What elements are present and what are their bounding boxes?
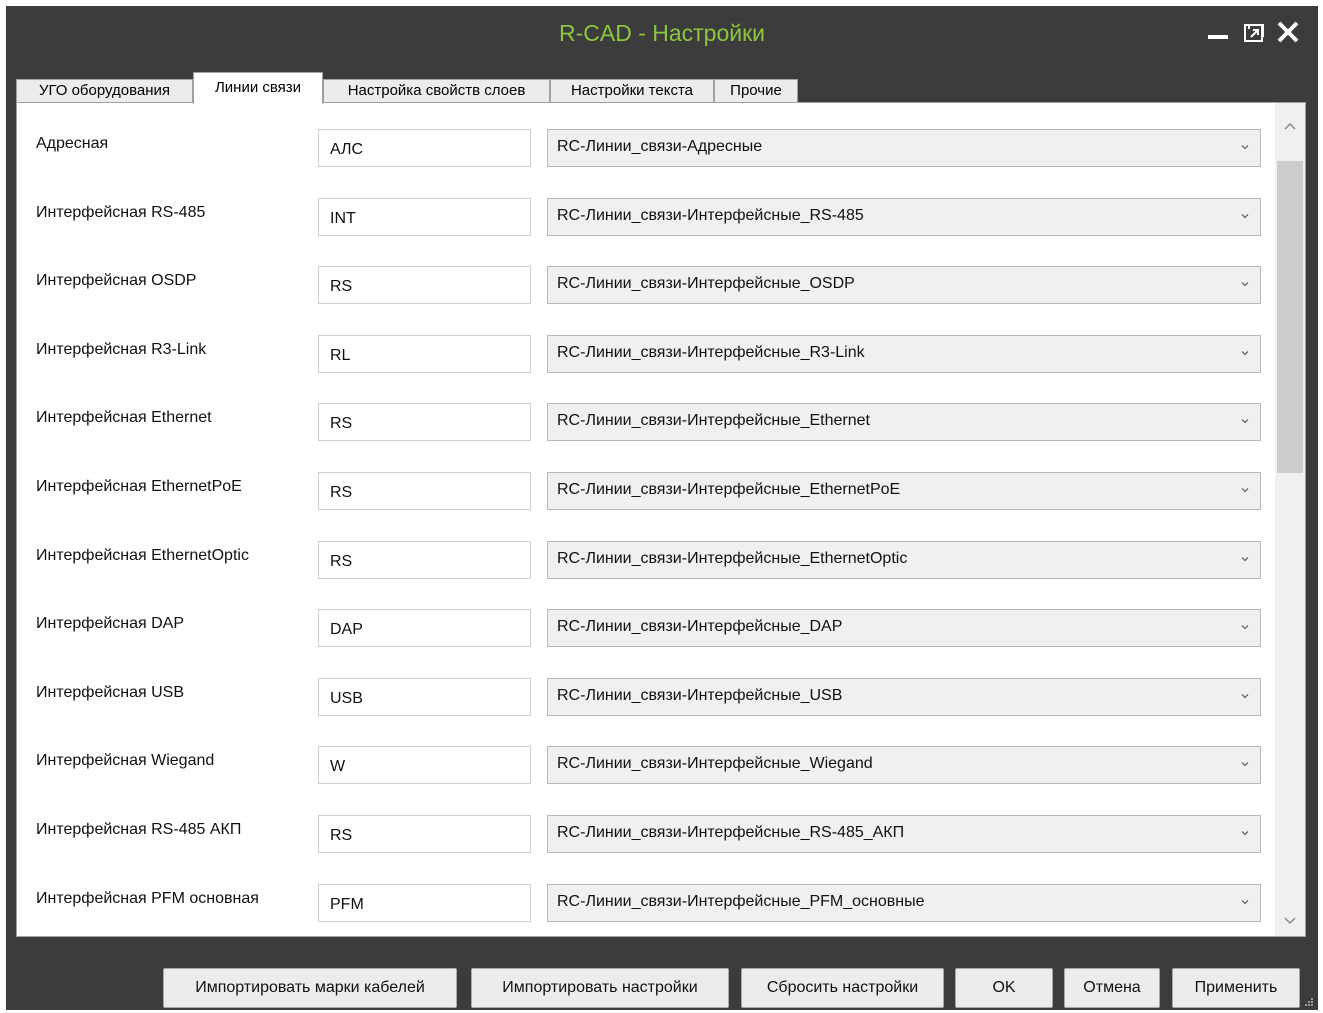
layer-select-value: RC-Линии_связи-Интерфейсные_PFM_основные — [557, 893, 925, 910]
tab-equipment-symbols[interactable]: УГО оборудования — [16, 79, 193, 103]
line-type-row: Интерфейсная R3-Link RL RC-Линии_связи-Инт… — [17, 335, 1277, 375]
window-title: R-CAD - Настройки — [558, 20, 766, 46]
scroll-down-arrow-icon[interactable] — [1283, 916, 1297, 926]
line-type-row: Интерфейсная EthernetOptic RS RC-Линии_свя… — [17, 541, 1277, 581]
layer-select[interactable]: RC-Линии_связи-Интерфейсные_OSDP — [547, 266, 1261, 304]
chevron-down-icon — [1241, 900, 1249, 905]
layer-select-value: RC-Линии_связи-Интерфейсные_R3-Link — [557, 344, 865, 361]
layer-select[interactable]: RC-Линии_связи-Интерфейсные_RS-485 — [547, 198, 1261, 236]
layer-select-value: RC-Линии_связи-Адресные — [557, 138, 763, 155]
line-code-input[interactable]: RL — [318, 335, 531, 373]
layer-select-value: RC-Линии_связи-Интерфейсные_USB — [557, 687, 843, 704]
scrollbar-thumb[interactable] — [1277, 161, 1303, 473]
line-code-input[interactable]: RS — [318, 266, 531, 304]
layer-select-value: RC-Линии_связи-Интерфейсные_OSDP — [557, 275, 855, 292]
chevron-down-icon — [1241, 762, 1249, 767]
line-type-row: Интерфейсная EthernetPoE RS RC-Линии_связи… — [17, 472, 1277, 512]
line-type-label: Интерфейсная USB — [36, 684, 185, 701]
layer-select[interactable]: RC-Линии_связи-Интерфейсные_Ethernet — [547, 403, 1261, 441]
chevron-down-icon — [1241, 831, 1249, 836]
line-type-label: Адресная — [36, 135, 109, 152]
restore-icon — [1244, 24, 1264, 42]
line-type-label: Интерфейсная OSDP — [36, 272, 197, 289]
chevron-down-icon — [1241, 694, 1249, 699]
line-code-input[interactable]: RS — [318, 815, 531, 853]
layer-select-value: RC-Линии_связи-Интерфейсные_RS-485_АКП — [557, 824, 905, 841]
line-type-label: Интерфейсная Wiegand — [36, 752, 215, 769]
chevron-down-icon — [1241, 214, 1249, 219]
layer-select[interactable]: RC-Линии_связи-Адресные — [547, 129, 1261, 167]
line-type-row: Интерфейсная Wiegand W RC-Линии_связи-Инте… — [17, 746, 1277, 786]
line-code-input[interactable]: RS — [318, 403, 531, 441]
apply-button[interactable]: Применить — [1172, 968, 1300, 1008]
chevron-down-icon — [1241, 145, 1249, 150]
line-code-input[interactable]: INT — [318, 198, 531, 236]
layer-select[interactable]: RC-Линии_связи-Интерфейсные_RS-485_АКП — [547, 815, 1261, 853]
tab-layer-properties[interactable]: Настройка свойств слоев — [323, 79, 550, 103]
line-type-label: Интерфейсная DAP — [36, 615, 185, 632]
tab-other[interactable]: Прочие — [714, 79, 798, 103]
layer-select-value: RC-Линии_связи-Интерфейсные_EthernetPoE — [557, 481, 901, 498]
line-type-row: Интерфейсная RS-485 АКП RS RC-Линии_связи-… — [17, 815, 1277, 855]
line-type-row: Интерфейсная PFM основная PFM RC-Линии_свя… — [17, 884, 1277, 924]
close-button[interactable] — [1274, 18, 1302, 46]
chevron-down-icon — [1241, 488, 1249, 493]
minimize-button[interactable] — [1204, 18, 1232, 46]
scroll-up-arrow-icon[interactable] — [1283, 121, 1297, 131]
layer-select[interactable]: RC-Линии_связи-Интерфейсные_Wiegand — [547, 746, 1261, 784]
line-type-row: Интерфейсная USB USB RC-Линии_связи-Интерф… — [17, 678, 1277, 718]
layer-select-value: RC-Линии_связи-Интерфейсные_DAP — [557, 618, 843, 635]
title-bar[interactable]: R-CAD - Настройки — [6, 6, 1318, 64]
layer-select-value: RC-Линии_связи-Интерфейсные_RS-485 — [557, 207, 864, 224]
reset-settings-button[interactable]: Сбросить настройки — [741, 968, 944, 1008]
line-code-input[interactable]: DAP — [318, 609, 531, 647]
chevron-down-icon — [1241, 282, 1249, 287]
settings-window: R-CAD - Настройки УГО оборудования Линии… — [6, 6, 1318, 1010]
layer-select-value: RC-Линии_связи-Интерфейсные_Wiegand — [557, 755, 873, 772]
tab-text-settings[interactable]: Настройки текста — [550, 79, 714, 103]
line-type-label: Интерфейсная EthernetOptic — [36, 547, 249, 564]
layer-select[interactable]: RC-Линии_связи-Интерфейсные_DAP — [547, 609, 1261, 647]
import-settings-button[interactable]: Импортировать настройки — [471, 968, 729, 1008]
layer-select[interactable]: RC-Линии_связи-Интерфейсные_EthernetOpti… — [547, 541, 1261, 579]
layer-select[interactable]: RC-Линии_связи-Интерфейсные_EthernetPoE — [547, 472, 1261, 510]
layer-select[interactable]: RC-Линии_связи-Интерфейсные_PFM_основные — [547, 884, 1261, 922]
line-type-label: Интерфейсная RS-485 — [36, 204, 206, 221]
chevron-down-icon — [1241, 351, 1249, 356]
layer-select-value: RC-Линии_связи-Интерфейсные_Ethernet — [557, 412, 870, 429]
vertical-scrollbar[interactable] — [1275, 103, 1305, 936]
layer-select[interactable]: RC-Линии_связи-Интерфейсные_USB — [547, 678, 1261, 716]
line-type-row: Интерфейсная RS-485 INT RC-Линии_связи-Инт… — [17, 198, 1277, 238]
line-type-label: Интерфейсная EthernetPoE — [36, 478, 242, 495]
restore-button[interactable] — [1240, 18, 1268, 46]
line-code-input[interactable]: PFM — [318, 884, 531, 922]
line-type-label: Интерфейсная Ethernet — [36, 409, 212, 426]
line-code-input[interactable]: АЛС — [318, 129, 531, 167]
line-type-row: Интерфейсная OSDP RS RC-Линии_связи-Интерф… — [17, 266, 1277, 306]
layer-select-value: RC-Линии_связи-Интерфейсные_EthernetOpti… — [557, 550, 908, 567]
tab-communication-lines[interactable]: Линии связи — [193, 72, 323, 104]
line-type-label: Интерфейсная R3-Link — [36, 341, 207, 358]
chevron-down-icon — [1241, 625, 1249, 630]
line-code-input[interactable]: W — [318, 746, 531, 784]
settings-panel: Адресная АЛС RC-Линии_связи-Адресные Интерф… — [16, 102, 1306, 937]
layer-select[interactable]: RC-Линии_связи-Интерфейсные_R3-Link — [547, 335, 1261, 373]
line-type-row: Интерфейсная DAP DAP RC-Линии_связи-Интерф… — [17, 609, 1277, 649]
resize-grip-icon[interactable] — [1304, 997, 1314, 1007]
line-type-row: Адресная АЛС RC-Линии_связи-Адресные — [17, 129, 1277, 169]
line-type-row: Интерфейсная Ethernet RS RC-Линии_связи-Ин… — [17, 403, 1277, 443]
line-type-label: Интерфейсная PFM основная — [36, 890, 259, 907]
line-code-input[interactable]: RS — [318, 472, 531, 510]
line-type-label: Интерфейсная RS-485 АКП — [36, 821, 242, 838]
ok-button[interactable]: OK — [955, 968, 1053, 1008]
minimize-icon — [1208, 35, 1228, 39]
chevron-down-icon — [1241, 419, 1249, 424]
line-code-input[interactable]: RS — [318, 541, 531, 579]
import-cable-marks-button[interactable]: Импортировать марки кабелей — [163, 968, 457, 1008]
line-code-input[interactable]: USB — [318, 678, 531, 716]
chevron-down-icon — [1241, 557, 1249, 562]
close-icon — [1277, 21, 1299, 43]
cancel-button[interactable]: Отмена — [1064, 968, 1160, 1008]
